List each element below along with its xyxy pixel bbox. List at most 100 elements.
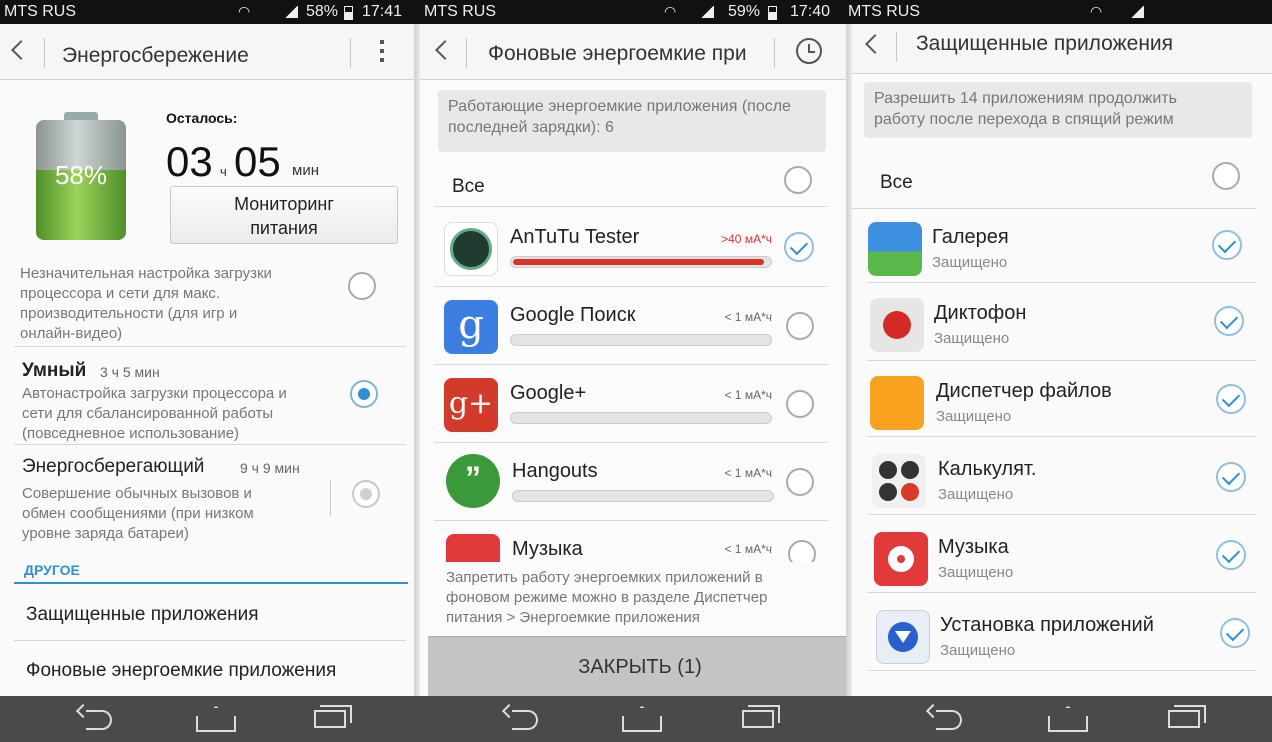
app-name: Google+ — [510, 382, 587, 404]
nav-home-icon[interactable] — [196, 716, 236, 732]
music-icon — [874, 532, 928, 586]
select-all-label: Все — [452, 176, 485, 197]
list-item[interactable]: g+ Google+ < 1 мА*ч — [420, 366, 852, 442]
nav-back-icon[interactable] — [512, 710, 538, 730]
app-bar: Энергосбережение — [0, 24, 420, 80]
footer-note: Запретить работу энергоемких приложений … — [446, 568, 836, 628]
app-usage: < 1 мА*ч — [724, 388, 772, 402]
history-clock-icon[interactable] — [796, 38, 822, 64]
nav-recent-apps-icon[interactable] — [1168, 705, 1206, 728]
status-bar: MTS RUS ◠ 58% 17:41 MTS RUS ◠ 59% 17:40 … — [0, 0, 1272, 24]
app-checkbox-checked[interactable] — [1212, 230, 1242, 260]
protected-apps-link[interactable]: Защищенные приложения — [26, 604, 259, 626]
list-item[interactable]: Калькулят. Защищено — [852, 444, 1272, 518]
wifi-icon: ◠ — [1090, 3, 1103, 19]
divider — [350, 38, 351, 68]
app-radio[interactable] — [786, 468, 814, 496]
app-status: Защищено — [936, 408, 1012, 425]
navigation-bar — [0, 696, 1272, 742]
battery-percent-label: 58% — [306, 3, 339, 20]
app-name: Галерея — [932, 226, 1009, 248]
nav-home-icon[interactable] — [622, 716, 662, 732]
list-item[interactable]: AnTuTu Tester >40 мА*ч — [420, 210, 852, 286]
desc-line: обмен сообщениями (при низком — [22, 505, 254, 522]
hours-unit: ч — [220, 164, 227, 179]
app-status: Защищено — [934, 330, 1010, 347]
app-checkbox-checked[interactable] — [1214, 306, 1244, 336]
divider — [14, 640, 406, 641]
list-item[interactable]: Музыка < 1 мА*ч — [420, 522, 852, 562]
usage-bar — [512, 490, 774, 502]
minutes-unit: мин — [292, 162, 319, 179]
app-checkbox-checked[interactable] — [784, 232, 814, 262]
app-checkbox-checked[interactable] — [1216, 462, 1246, 492]
app-status: Защищено — [938, 486, 1014, 503]
list-item[interactable]: Галерея Защищено — [852, 212, 1272, 286]
mode-saver-radio[interactable] — [352, 480, 380, 508]
mode-performance-radio[interactable] — [348, 272, 376, 300]
divider — [774, 38, 775, 68]
desc-line: Совершение обычных вызовов и — [22, 485, 252, 502]
power-saving-screen: Энергосбережение 58% Осталось: 03 ч 05 м… — [0, 24, 420, 696]
select-all-radio[interactable] — [784, 166, 812, 194]
overflow-menu-icon[interactable] — [380, 40, 384, 64]
clock: 17:41 — [362, 3, 403, 20]
info-box: Работающие энергоемкие приложения (после… — [438, 90, 826, 152]
close-button[interactable]: ЗАКРЫТЬ (1) — [428, 636, 852, 696]
list-item[interactable]: Диктофон Защищено — [852, 288, 1272, 362]
mode-performance[interactable]: Незначительная настройка загрузки процес… — [20, 264, 320, 344]
divider — [868, 360, 1256, 361]
section-underline — [14, 582, 408, 584]
divider — [14, 346, 406, 347]
back-icon[interactable] — [10, 40, 24, 62]
battery-graphic: 58% — [36, 112, 126, 244]
app-status: Защищено — [932, 254, 1008, 271]
divider — [330, 480, 331, 516]
usage-bar — [510, 412, 772, 424]
info-line: Работающие энергоемкие приложения (после — [448, 98, 791, 115]
mode-saver-desc: Совершение обычных вызовов и обмен сообщ… — [22, 484, 322, 544]
app-name: Диспетчер файлов — [936, 380, 1112, 402]
info-line: работу после перехода в спящий режим — [874, 111, 1174, 128]
app-checkbox-checked[interactable] — [1216, 540, 1246, 570]
nav-recent-apps-icon[interactable] — [742, 705, 780, 728]
divider — [868, 592, 1256, 593]
nav-home-icon[interactable] — [1048, 716, 1088, 732]
mode-smart-radio[interactable] — [350, 380, 378, 408]
app-checkbox-checked[interactable] — [1220, 618, 1250, 648]
mode-smart-time: 3 ч 5 мин — [100, 364, 160, 380]
back-icon[interactable] — [864, 34, 878, 56]
hangouts-icon: ” — [446, 454, 500, 508]
nav-back-icon[interactable] — [86, 710, 112, 730]
list-item[interactable]: Диспетчер файлов Защищено — [852, 366, 1272, 440]
nav-back-icon[interactable] — [936, 710, 962, 730]
app-radio[interactable] — [786, 312, 814, 340]
footer-line: питания > Энергоемкие приложения — [446, 609, 700, 626]
nav-recent-apps-icon[interactable] — [314, 705, 352, 728]
info-line: последней зарядки): 6 — [448, 119, 614, 136]
app-status: Защищено — [940, 642, 1016, 659]
power-monitoring-button[interactable]: Мониторинг питания — [170, 186, 398, 244]
divider — [868, 282, 1256, 283]
list-item[interactable]: ” Hangouts < 1 мА*ч — [420, 444, 852, 520]
list-item[interactable]: Установка приложений Защищено — [852, 600, 1272, 674]
carrier-label: MTS RUS — [848, 3, 920, 20]
list-item[interactable]: g Google Поиск < 1 мА*ч — [420, 288, 852, 364]
button-label-line: питания — [250, 218, 318, 238]
recorder-icon — [870, 298, 924, 352]
app-checkbox-checked[interactable] — [1216, 384, 1246, 414]
google-search-icon: g — [444, 300, 498, 354]
background-apps-link[interactable]: Фоновые энергоемкие приложения — [26, 660, 336, 682]
footer-line: Запретить работу энергоемких приложений … — [446, 569, 763, 586]
google-plus-icon: g+ — [444, 378, 498, 432]
antutu-icon — [444, 222, 498, 276]
battery-percent-label: 59% — [728, 3, 761, 20]
app-radio[interactable] — [788, 540, 816, 562]
signal-icon — [700, 6, 714, 18]
select-all-radio[interactable] — [1212, 162, 1240, 190]
back-icon[interactable] — [434, 40, 448, 62]
list-item[interactable]: Музыка Защищено — [852, 522, 1272, 596]
desc-line: Незначительная настройка загрузки — [20, 265, 272, 282]
app-radio[interactable] — [786, 390, 814, 418]
wifi-icon: ◠ — [238, 3, 251, 19]
